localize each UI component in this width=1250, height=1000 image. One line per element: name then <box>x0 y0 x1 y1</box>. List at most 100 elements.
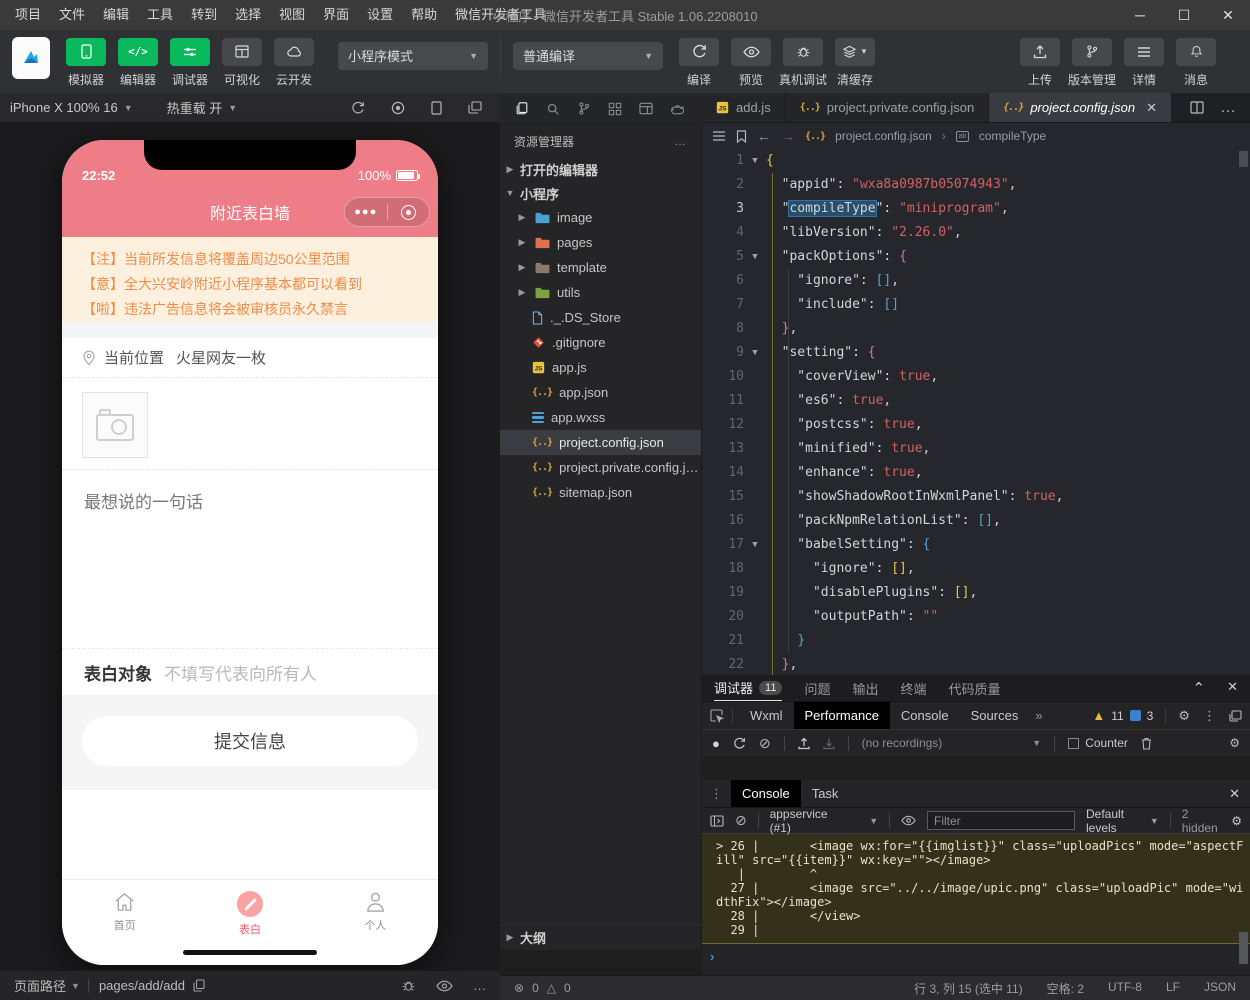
submit-button[interactable]: 提交信息 <box>82 716 418 766</box>
模拟器-button[interactable] <box>66 38 106 66</box>
close-console-icon[interactable]: ✕ <box>1229 786 1240 802</box>
editor-tab-project.config.json[interactable]: {..}project.config.json✕ <box>989 93 1172 122</box>
explorer-item-pages[interactable]: ▶pages <box>500 230 701 255</box>
status-segment[interactable]: JSON <box>1204 980 1236 997</box>
debugger-tab-输出[interactable]: 输出 <box>852 675 878 701</box>
target-input-row[interactable]: 表白对象 不填写代表向所有人 <box>62 648 438 696</box>
clear-icon[interactable]: ⊘ <box>759 735 771 752</box>
more-tabs-icon[interactable]: » <box>1035 708 1042 723</box>
sidebar-toggle-icon[interactable] <box>710 815 724 827</box>
fold-icon[interactable]: ▼ <box>744 149 766 173</box>
status-segment[interactable]: 行 3, 列 15 (选中 11) <box>914 980 1022 997</box>
files-icon[interactable] <box>515 101 529 116</box>
devtools-tab-Wxml[interactable]: Wxml <box>739 702 794 729</box>
bookmark-icon[interactable] <box>736 130 747 143</box>
status-segment[interactable]: UTF-8 <box>1108 980 1142 997</box>
explorer-item-.gitignore[interactable]: .gitignore <box>500 330 701 355</box>
explorer-item-project.private.config.js...[interactable]: {..}project.private.config.js... <box>500 455 701 480</box>
more-actions-icon[interactable]: … <box>674 134 687 148</box>
trash-icon[interactable] <box>1141 737 1152 750</box>
undock-icon[interactable] <box>1229 710 1242 722</box>
collapse-panel-icon[interactable]: ⌃ <box>1193 679 1206 697</box>
menu-item-选择[interactable]: 选择 <box>226 0 270 30</box>
more-actions-icon[interactable]: … <box>473 978 486 993</box>
device-frame-icon[interactable] <box>431 101 442 115</box>
详情-button[interactable] <box>1124 38 1164 66</box>
menu-item-转到[interactable]: 转到 <box>182 0 226 30</box>
issue-counts[interactable]: ▲ 11 3 <box>1092 708 1153 723</box>
list-icon[interactable] <box>712 130 726 142</box>
minimize-button[interactable]: ─ <box>1118 0 1162 30</box>
menu-item-视图[interactable]: 视图 <box>270 0 314 30</box>
explorer-item-image[interactable]: ▶image <box>500 205 701 230</box>
menu-item-项目[interactable]: 项目 <box>6 0 50 30</box>
outline-section[interactable]: ▶ 大纲 <box>500 924 701 950</box>
log-levels-select[interactable]: Default levels ▼ <box>1086 807 1159 835</box>
explorer-item-app.js[interactable]: JSapp.js <box>500 355 701 380</box>
extensions-icon[interactable] <box>608 102 622 116</box>
close-panel-icon[interactable]: ✕ <box>1227 679 1238 697</box>
debugger-tab-终端[interactable]: 终端 <box>900 675 926 701</box>
more-dots-icon[interactable]: ●●● <box>345 206 387 218</box>
rotate-icon[interactable] <box>351 101 365 115</box>
device-select[interactable]: iPhone X 100% 16 ▼ <box>0 100 143 115</box>
menu-item-界面[interactable]: 界面 <box>314 0 358 30</box>
upload-image-button[interactable] <box>82 392 148 458</box>
menu-item-微信开发者工具[interactable]: 微信开发者工具 <box>446 0 555 30</box>
devtools-tab-Console[interactable]: Console <box>890 702 960 729</box>
app-window-icon[interactable] <box>639 102 653 115</box>
counter-checkbox[interactable]: Counter <box>1068 736 1128 750</box>
debugger-tab-调试器[interactable]: 调试器11 <box>714 675 782 701</box>
menu-item-设置[interactable]: 设置 <box>358 0 402 30</box>
back-arrow-icon[interactable]: ← <box>757 128 771 144</box>
detach-window-icon[interactable] <box>468 101 482 115</box>
close-button[interactable]: ✕ <box>1206 0 1250 30</box>
explorer-item-app.wxss[interactable]: app.wxss <box>500 405 701 430</box>
page-path-label[interactable]: 页面路径 <box>14 976 66 995</box>
save-profile-icon[interactable] <box>823 737 835 750</box>
forward-arrow-icon[interactable]: → <box>781 128 795 144</box>
上传-button[interactable] <box>1020 38 1060 66</box>
settings-gear-icon[interactable]: ⚙ <box>1229 736 1240 750</box>
eye-icon[interactable] <box>901 815 916 826</box>
breadcrumb-symbol[interactable]: compileType <box>979 129 1046 143</box>
phone-tab-个人[interactable]: 个人 <box>313 880 438 965</box>
kebab-menu-icon[interactable]: ⋮ <box>1203 708 1216 724</box>
phone-tab-首页[interactable]: 首页 <box>62 880 187 965</box>
explorer-item-sitemap.json[interactable]: {..}sitemap.json <box>500 480 701 505</box>
debugger-tab-问题[interactable]: 问题 <box>804 675 830 701</box>
status-segment[interactable]: LF <box>1166 980 1180 997</box>
menu-item-工具[interactable]: 工具 <box>138 0 182 30</box>
status-segment[interactable]: 空格: 2 <box>1047 980 1084 997</box>
explorer-item-._.DS_Store[interactable]: ._.DS_Store <box>500 305 701 330</box>
menu-item-帮助[interactable]: 帮助 <box>402 0 446 30</box>
预览-button[interactable] <box>731 38 771 66</box>
inspect-icon[interactable] <box>710 709 724 723</box>
editor-tab-project.private.config.json[interactable]: {..}project.private.config.json <box>786 93 990 122</box>
devtools-tab-Performance[interactable]: Performance <box>794 702 890 729</box>
hot-reload-toggle[interactable]: 热重载 开 ▼ <box>157 98 248 117</box>
可视化-button[interactable] <box>222 38 262 66</box>
devtools-tab-Sources[interactable]: Sources <box>960 702 1030 729</box>
fold-icon[interactable]: ▼ <box>744 245 766 269</box>
编辑器-button[interactable]: </> <box>118 38 158 66</box>
console-tab-Console[interactable]: Console <box>731 780 801 807</box>
close-tab-icon[interactable]: ✕ <box>1146 100 1157 116</box>
eye-icon[interactable] <box>436 980 453 992</box>
console-prompt[interactable]: › <box>702 944 1250 968</box>
editor-tab-add.js[interactable]: JSadd.js <box>702 93 786 122</box>
compile-select[interactable]: 普通编译 ▼ <box>513 42 663 70</box>
settings-gear-icon[interactable]: ⚙ <box>1178 708 1190 724</box>
explorer-item-utils[interactable]: ▶utils <box>500 280 701 305</box>
explorer-item-app.json[interactable]: {..}app.json <box>500 380 701 405</box>
menu-item-文件[interactable]: 文件 <box>50 0 94 30</box>
recordings-select[interactable]: (no recordings) ▼ <box>862 736 1042 750</box>
编译-button[interactable] <box>679 38 719 66</box>
load-profile-icon[interactable] <box>798 737 810 750</box>
console-scrollbar[interactable] <box>1239 932 1248 964</box>
breadcrumb-file[interactable]: project.config.json <box>835 129 932 143</box>
devtools-logo-button[interactable] <box>12 37 50 79</box>
close-target-icon[interactable] <box>388 205 430 220</box>
真机调试-button[interactable] <box>783 38 823 66</box>
mode-select[interactable]: 小程序模式 ▼ <box>338 42 488 70</box>
